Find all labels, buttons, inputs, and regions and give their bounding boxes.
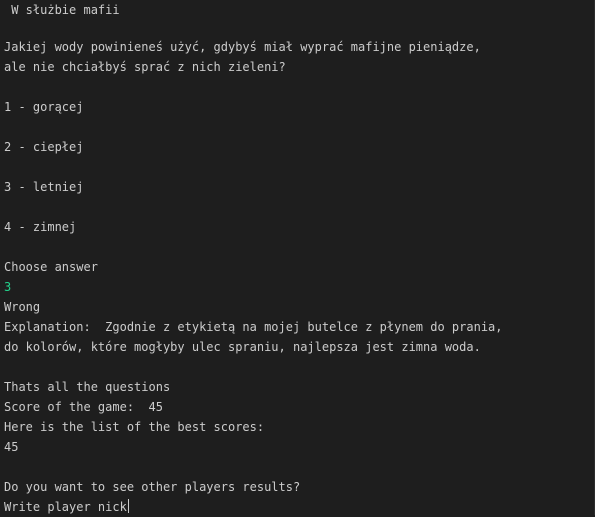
result-text: Wrong: [4, 300, 41, 314]
text-cursor[interactable]: [127, 499, 129, 513]
nick-input-line[interactable]: Write player nick: [4, 497, 129, 517]
question-text-line-1: Jakiej wody powinieneś użyć, gdybyś miał…: [4, 40, 481, 54]
best-score-entry: 45: [4, 440, 19, 454]
game-title: W służbie mafii: [4, 3, 120, 17]
answer-option-4: 4 - zimnej: [4, 220, 77, 234]
answer-option-2: 2 - ciepłej: [4, 140, 84, 154]
explanation-line-1: Explanation: Zgodnie z etykietą na mojej…: [4, 320, 503, 334]
write-nick-prompt: Write player nick: [4, 500, 127, 514]
question-text-line-2: ale nie chciałbyś sprać z nich zieleni?: [4, 60, 286, 74]
terminal-window[interactable]: W służbie mafii Jakiej wody powinieneś u…: [0, 0, 595, 515]
score-line: Score of the game: 45: [4, 400, 163, 414]
explanation-line-2: do kolorów, które mogłyby ulec spraniu, …: [4, 340, 481, 354]
user-answer-input: 3: [4, 280, 12, 294]
answer-option-1: 1 - gorącej: [4, 100, 84, 114]
best-scores-header: Here is the list of the best scores:: [4, 420, 265, 434]
answer-option-3: 3 - letniej: [4, 180, 84, 194]
see-others-prompt: Do you want to see other players results…: [4, 480, 301, 494]
choose-answer-prompt: Choose answer: [4, 260, 98, 274]
end-message: Thats all the questions: [4, 380, 171, 394]
